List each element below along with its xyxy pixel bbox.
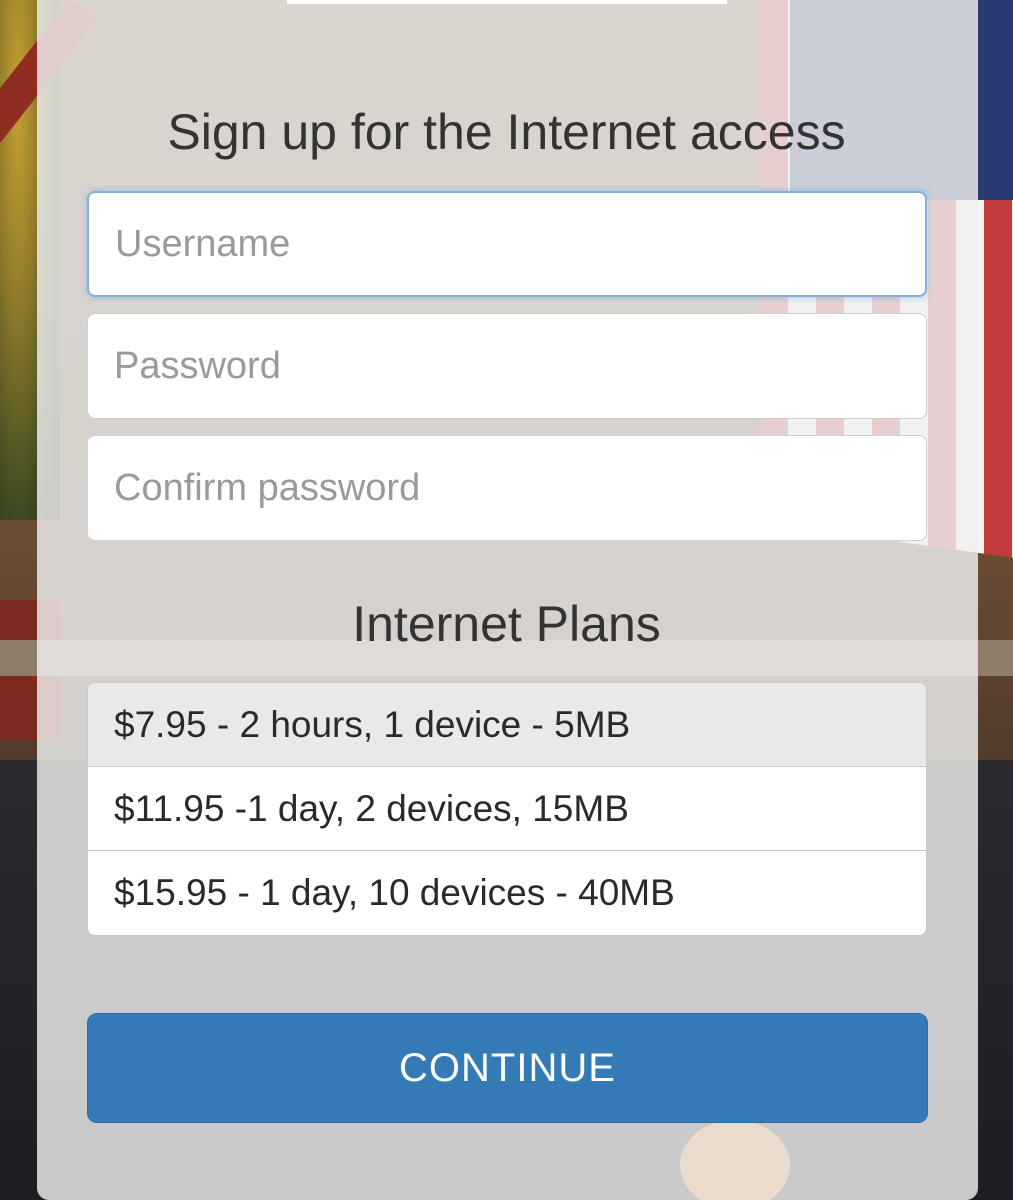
continue-button[interactable]: CONTINUE xyxy=(87,1013,928,1123)
plans-heading: Internet Plans xyxy=(352,596,661,652)
plan-option[interactable]: $15.95 - 1 day, 10 devices - 40MB xyxy=(88,851,926,935)
plan-option[interactable]: $7.95 - 2 hours, 1 device - 5MB xyxy=(88,683,926,767)
username-input[interactable] xyxy=(87,191,927,297)
page-title: Sign up for the Internet access xyxy=(167,104,846,160)
password-input[interactable] xyxy=(87,313,927,419)
logo-strip xyxy=(287,0,727,4)
confirm-password-input[interactable] xyxy=(87,435,927,541)
plan-list: $7.95 - 2 hours, 1 device - 5MB $11.95 -… xyxy=(87,682,927,936)
plan-option[interactable]: $11.95 -1 day, 2 devices, 15MB xyxy=(88,767,926,851)
